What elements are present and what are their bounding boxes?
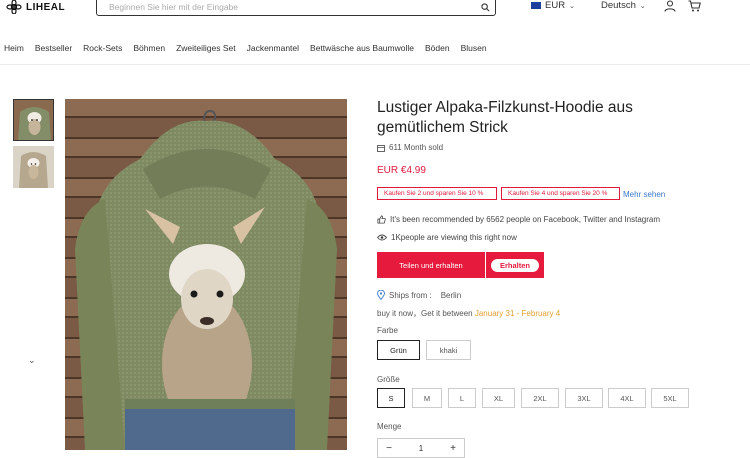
- nav-item-rock-sets[interactable]: Rock-Sets: [83, 43, 122, 53]
- ships-label: Ships from :: [389, 290, 432, 300]
- color-option-khaki[interactable]: khaki: [426, 340, 471, 360]
- flag-eu-icon: [531, 2, 541, 9]
- search-icon: [480, 2, 489, 11]
- ships-city: Berlin: [440, 290, 462, 300]
- nav-item-jackenmantel[interactable]: Jackenmantel: [247, 43, 299, 53]
- language-label: Deutsch: [601, 0, 636, 11]
- recommendation-note: It's been recommended by 6562 people on …: [377, 215, 660, 224]
- more-offers-link[interactable]: Mehr sehen: [623, 190, 665, 199]
- quantity-decrease-button[interactable]: −: [378, 443, 400, 454]
- get-button-wrap: Erhalten: [486, 252, 544, 278]
- size-label: Größe: [377, 375, 400, 384]
- location-pin-icon: [377, 290, 385, 300]
- nav-item-bettwaesche[interactable]: Bettwäsche aus Baumwolle: [310, 43, 414, 53]
- chevron-down-icon: ⌄: [639, 2, 646, 10]
- nav-item-boeden[interactable]: Böden: [425, 43, 450, 53]
- sold-count-text: 611 Month sold: [389, 143, 444, 152]
- logo[interactable]: LIHEAL: [6, 0, 65, 14]
- delivery-estimate: buy it now，Get it between January 31 - F…: [377, 308, 560, 319]
- nav-item-heim[interactable]: Heim: [4, 43, 24, 53]
- size-option-s[interactable]: S: [377, 388, 405, 408]
- thumbs-up-icon: [377, 215, 386, 224]
- viewing-note: 1Kpeople are viewing this right now: [377, 233, 517, 242]
- box-icon: [377, 144, 385, 152]
- gallery-thumb-2[interactable]: [13, 146, 54, 188]
- size-option-m[interactable]: M: [412, 388, 442, 408]
- delivery-text: buy it now，Get it between: [377, 309, 473, 318]
- color-label: Farbe: [377, 326, 398, 335]
- nav-item-zweiteiliges-set[interactable]: Zweiteiliges Set: [176, 43, 236, 53]
- search-button[interactable]: [475, 0, 495, 15]
- quantity-stepper: − 1 +: [377, 438, 465, 458]
- share-and-get-button[interactable]: Teilen und erhalten: [377, 252, 485, 278]
- language-selector[interactable]: Deutsch ⌄: [601, 0, 646, 11]
- product-main-image[interactable]: [65, 99, 347, 450]
- logo-text: LIHEAL: [26, 1, 66, 13]
- eye-icon: [377, 234, 387, 241]
- discount-badge-2: Kaufen Sie 4 und sparen Sie 20 %: [501, 187, 620, 200]
- gallery-thumb-1[interactable]: [13, 99, 54, 141]
- currency-label: EUR: [545, 0, 566, 11]
- recommendation-text: It's been recommended by 6562 people on …: [390, 215, 660, 224]
- currency-selector[interactable]: EUR ⌄: [531, 0, 575, 11]
- quantity-label: Menge: [377, 422, 402, 431]
- size-option-xl[interactable]: XL: [482, 388, 515, 408]
- size-option-2xl[interactable]: 2XL: [521, 388, 559, 408]
- logo-mark-icon: [6, 0, 22, 14]
- gallery-next-chevron-icon[interactable]: ⌄: [28, 355, 36, 366]
- user-icon[interactable]: [664, 0, 676, 12]
- color-option-gruen[interactable]: Grün: [377, 340, 420, 360]
- nav-item-boehmen[interactable]: Böhmen: [133, 43, 165, 53]
- discount-badge-1: Kaufen Sie 2 und sparen Sie 10 %: [377, 187, 497, 200]
- sold-count: 611 Month sold: [377, 143, 443, 152]
- nav-item-blusen[interactable]: Blusen: [461, 43, 487, 53]
- viewing-text: 1Kpeople are viewing this right now: [391, 233, 517, 242]
- size-option-l[interactable]: L: [448, 388, 476, 408]
- quantity-value[interactable]: 1: [419, 444, 423, 453]
- quantity-increase-button[interactable]: +: [442, 443, 464, 454]
- search-bar: [96, 0, 496, 16]
- size-option-5xl[interactable]: 5XL: [651, 388, 689, 408]
- product-price: EUR €4.99: [377, 165, 426, 176]
- cart-icon[interactable]: [688, 0, 701, 12]
- get-button[interactable]: Erhalten: [490, 258, 539, 272]
- size-option-4xl[interactable]: 4XL: [608, 388, 646, 408]
- size-option-3xl[interactable]: 3XL: [565, 388, 603, 408]
- shipping-info: Ships from : Berlin: [377, 290, 461, 300]
- header-divider: [0, 64, 750, 65]
- product-title: Lustiger Alpaka-Filzkunst-Hoodie aus gem…: [377, 99, 633, 136]
- nav-item-bestseller[interactable]: Bestseller: [35, 43, 72, 53]
- search-input[interactable]: [97, 0, 475, 12]
- delivery-dates: January 31 - February 4: [474, 309, 561, 318]
- chevron-down-icon: ⌄: [569, 2, 575, 10]
- main-nav: Heim Bestseller Rock-Sets Böhmen Zweitei…: [4, 43, 487, 53]
